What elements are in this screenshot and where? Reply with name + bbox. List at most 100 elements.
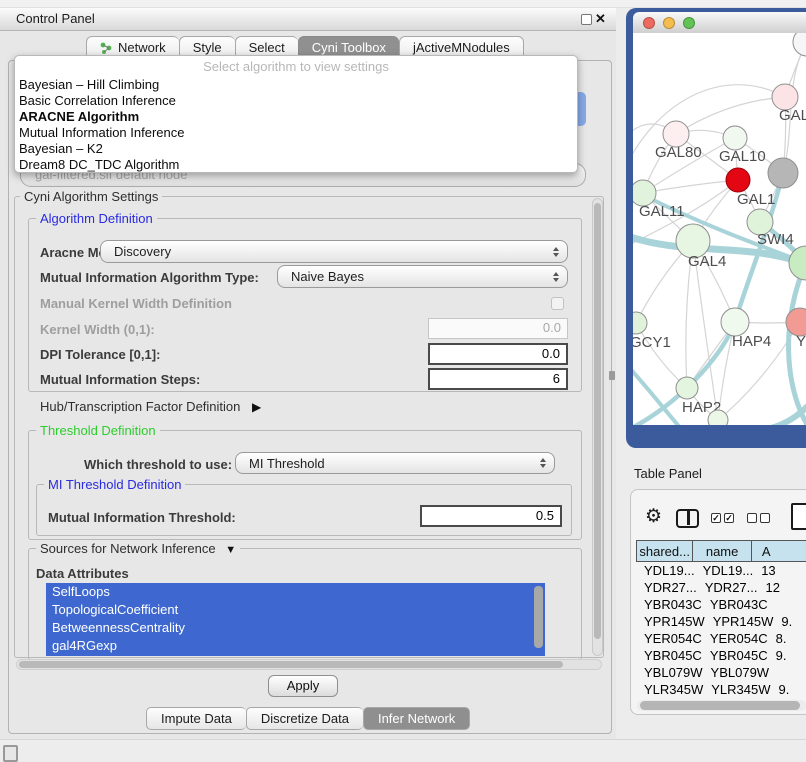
table-row[interactable]: YDR27...YDR27...12 bbox=[636, 579, 806, 596]
network-canvas[interactable]: GALGAL80GAL10GAL1GAL11SWI4GAL4GCY1HAP4YH… bbox=[633, 33, 806, 425]
table-cell: YBL079W bbox=[703, 664, 770, 681]
hscroll-thumb[interactable] bbox=[19, 661, 563, 668]
which-threshold-label: Which threshold to use: bbox=[84, 457, 232, 472]
tab-discretize-data[interactable]: Discretize Data bbox=[246, 707, 363, 730]
network-node[interactable] bbox=[708, 410, 728, 425]
manual-kernel-label: Manual Kernel Width Definition bbox=[40, 296, 232, 311]
table-row[interactable]: YLR345WYLR345W9. bbox=[636, 681, 806, 698]
list-scroll-thumb[interactable] bbox=[534, 586, 543, 648]
dpi-tolerance-field[interactable]: 0.0 bbox=[428, 343, 568, 365]
data-attributes-list[interactable]: SelfLoopsTopologicalCoefficientBetweenne… bbox=[46, 583, 545, 656]
column-header-name[interactable]: name bbox=[692, 541, 751, 561]
table-row[interactable]: YBR045CYBR045C9. bbox=[636, 647, 806, 664]
manual-kernel-checkbox[interactable] bbox=[551, 297, 564, 310]
algorithm-option-mutual-information-inference[interactable]: Mutual Information Inference bbox=[15, 125, 577, 141]
network-node-gal1[interactable] bbox=[726, 168, 750, 192]
window-close-icon[interactable] bbox=[643, 17, 655, 29]
table-cell: 9. bbox=[768, 647, 806, 664]
network-edge[interactable] bbox=[636, 323, 687, 388]
node-label-gal80: GAL80 bbox=[655, 144, 702, 161]
network-node[interactable] bbox=[768, 158, 798, 188]
tab-impute-data[interactable]: Impute Data bbox=[146, 707, 246, 730]
mi-threshold-field[interactable]: 0.5 bbox=[420, 505, 562, 527]
table-row[interactable]: YBR043CYBR043C bbox=[636, 596, 806, 613]
network-node-gal10[interactable] bbox=[723, 126, 747, 150]
mi-steps-field[interactable]: 6 bbox=[428, 368, 568, 390]
threshold-definition-title: Threshold Definition bbox=[36, 423, 160, 438]
stepper-icon bbox=[553, 247, 559, 257]
network-node[interactable] bbox=[793, 33, 806, 56]
float-panel-icon[interactable] bbox=[581, 14, 592, 25]
dpi-tolerance-label: DPI Tolerance [0,1]: bbox=[40, 347, 160, 362]
algorithm-option-bayesian-k2[interactable]: Bayesian – K2 bbox=[15, 141, 577, 157]
attribute-item-selfloops[interactable]: SelfLoops bbox=[46, 583, 545, 601]
algorithm-option-aracne-algorithm[interactable]: ARACNE Algorithm bbox=[15, 109, 577, 125]
network-graph: GALGAL80GAL10GAL1GAL11SWI4GAL4GCY1HAP4YH… bbox=[633, 33, 806, 425]
window-zoom-icon[interactable] bbox=[683, 17, 695, 29]
mi-type-combobox[interactable]: Naive Bayes bbox=[277, 265, 568, 288]
table-row[interactable]: YER054CYER054C8. bbox=[636, 630, 806, 647]
apply-button[interactable]: Apply bbox=[268, 675, 338, 697]
algorithm-option-dream8-dc-tdc-algorithm[interactable]: Dream8 DC_TDC Algorithm bbox=[15, 157, 577, 173]
select-all-icon[interactable]: ✓ bbox=[724, 513, 734, 523]
node-label-gal1: GAL1 bbox=[737, 191, 775, 208]
aracne-mode-combobox[interactable]: Discovery bbox=[100, 240, 568, 263]
table-cell: YBR045C bbox=[636, 647, 702, 664]
table-cell: YER054C bbox=[636, 630, 702, 647]
export-table-icon[interactable] bbox=[791, 503, 806, 530]
grip-icon[interactable] bbox=[3, 745, 18, 762]
panel-divider-handle[interactable] bbox=[609, 371, 615, 380]
table-row[interactable]: YDL19...YDL19...13 bbox=[636, 562, 806, 579]
table-panel-title: Table Panel bbox=[634, 466, 702, 481]
mi-threshold-label: Mutual Information Threshold: bbox=[48, 510, 236, 525]
network-node-gcy1[interactable] bbox=[633, 312, 647, 334]
node-label-hap4: HAP4 bbox=[732, 333, 771, 350]
algorithm-list: Bayesian – Hill ClimbingBasic Correlatio… bbox=[15, 77, 577, 173]
which-threshold-combobox[interactable]: MI Threshold bbox=[235, 452, 555, 474]
settings-hscrollbar[interactable] bbox=[16, 659, 602, 670]
table-hscroll-thumb[interactable] bbox=[640, 701, 800, 710]
attribute-item-betweennesscentrality[interactable]: BetweennessCentrality bbox=[46, 619, 545, 637]
tab-label: jActiveMNodules bbox=[413, 40, 510, 55]
tab-label: Network bbox=[118, 40, 166, 55]
column-header-a[interactable]: A bbox=[751, 541, 806, 561]
node-table: shared...nameA YDL19...YDL19...13YDR27..… bbox=[636, 540, 806, 715]
attribute-item-gal4rgexp[interactable]: gal4RGexp bbox=[46, 637, 545, 655]
table-cell: 13 bbox=[753, 562, 806, 579]
table-cell: YPR145W bbox=[636, 613, 705, 630]
mi-type-label: Mutual Information Algorithm Type: bbox=[40, 270, 259, 285]
network-window-titlebar[interactable] bbox=[633, 12, 806, 33]
vscroll-thumb[interactable] bbox=[594, 203, 601, 639]
table-row[interactable]: YPR145WYPR145W9. bbox=[636, 613, 806, 630]
stepper-icon bbox=[553, 272, 559, 282]
deselect-all-icon[interactable] bbox=[760, 513, 770, 523]
sources-group-title[interactable]: Sources for Network Inference ▼ bbox=[36, 541, 240, 556]
column-header-shared-[interactable]: shared... bbox=[636, 541, 692, 561]
network-node-hap4[interactable] bbox=[721, 308, 749, 336]
tab-infer-network[interactable]: Infer Network bbox=[363, 707, 470, 730]
aracne-mode-value: Discovery bbox=[114, 244, 171, 259]
algorithm-option-bayesian-hill-climbing[interactable]: Bayesian – Hill Climbing bbox=[15, 77, 577, 93]
algorithm-placeholder: Select algorithm to view settings bbox=[15, 56, 577, 77]
table-row[interactable]: YBL079WYBL079W bbox=[636, 664, 806, 681]
settings-vscrollbar[interactable] bbox=[592, 198, 603, 656]
select-all-icon[interactable]: ✓ bbox=[711, 513, 721, 523]
window-minimize-icon[interactable] bbox=[663, 17, 675, 29]
hub-definition-toggle[interactable]: Hub/Transcription Factor Definition ▶ bbox=[40, 399, 261, 414]
algorithm-option-basic-correlation-inference[interactable]: Basic Correlation Inference bbox=[15, 93, 577, 109]
tab-label: Cyni Toolbox bbox=[312, 40, 386, 55]
kernel-width-label: Kernel Width (0,1): bbox=[40, 322, 155, 337]
attribute-item-topologicalcoefficient[interactable]: TopologicalCoefficient bbox=[46, 601, 545, 619]
node-label-gal11: GAL11 bbox=[639, 203, 685, 220]
top-strip bbox=[0, 0, 806, 8]
node-label-gal4: GAL4 bbox=[688, 253, 726, 270]
columns-icon[interactable] bbox=[676, 509, 699, 528]
deselect-all-icon[interactable] bbox=[747, 513, 757, 523]
algorithm-definition-title: Algorithm Definition bbox=[36, 211, 157, 226]
gear-icon[interactable]: ⚙ bbox=[645, 505, 662, 528]
kernel-width-field[interactable]: 0.0 bbox=[428, 318, 568, 339]
node-label-gal: GAL bbox=[779, 107, 806, 124]
which-threshold-value: MI Threshold bbox=[249, 456, 325, 471]
network-node-hap2[interactable] bbox=[676, 377, 698, 399]
close-panel-icon[interactable]: ✕ bbox=[595, 11, 606, 27]
